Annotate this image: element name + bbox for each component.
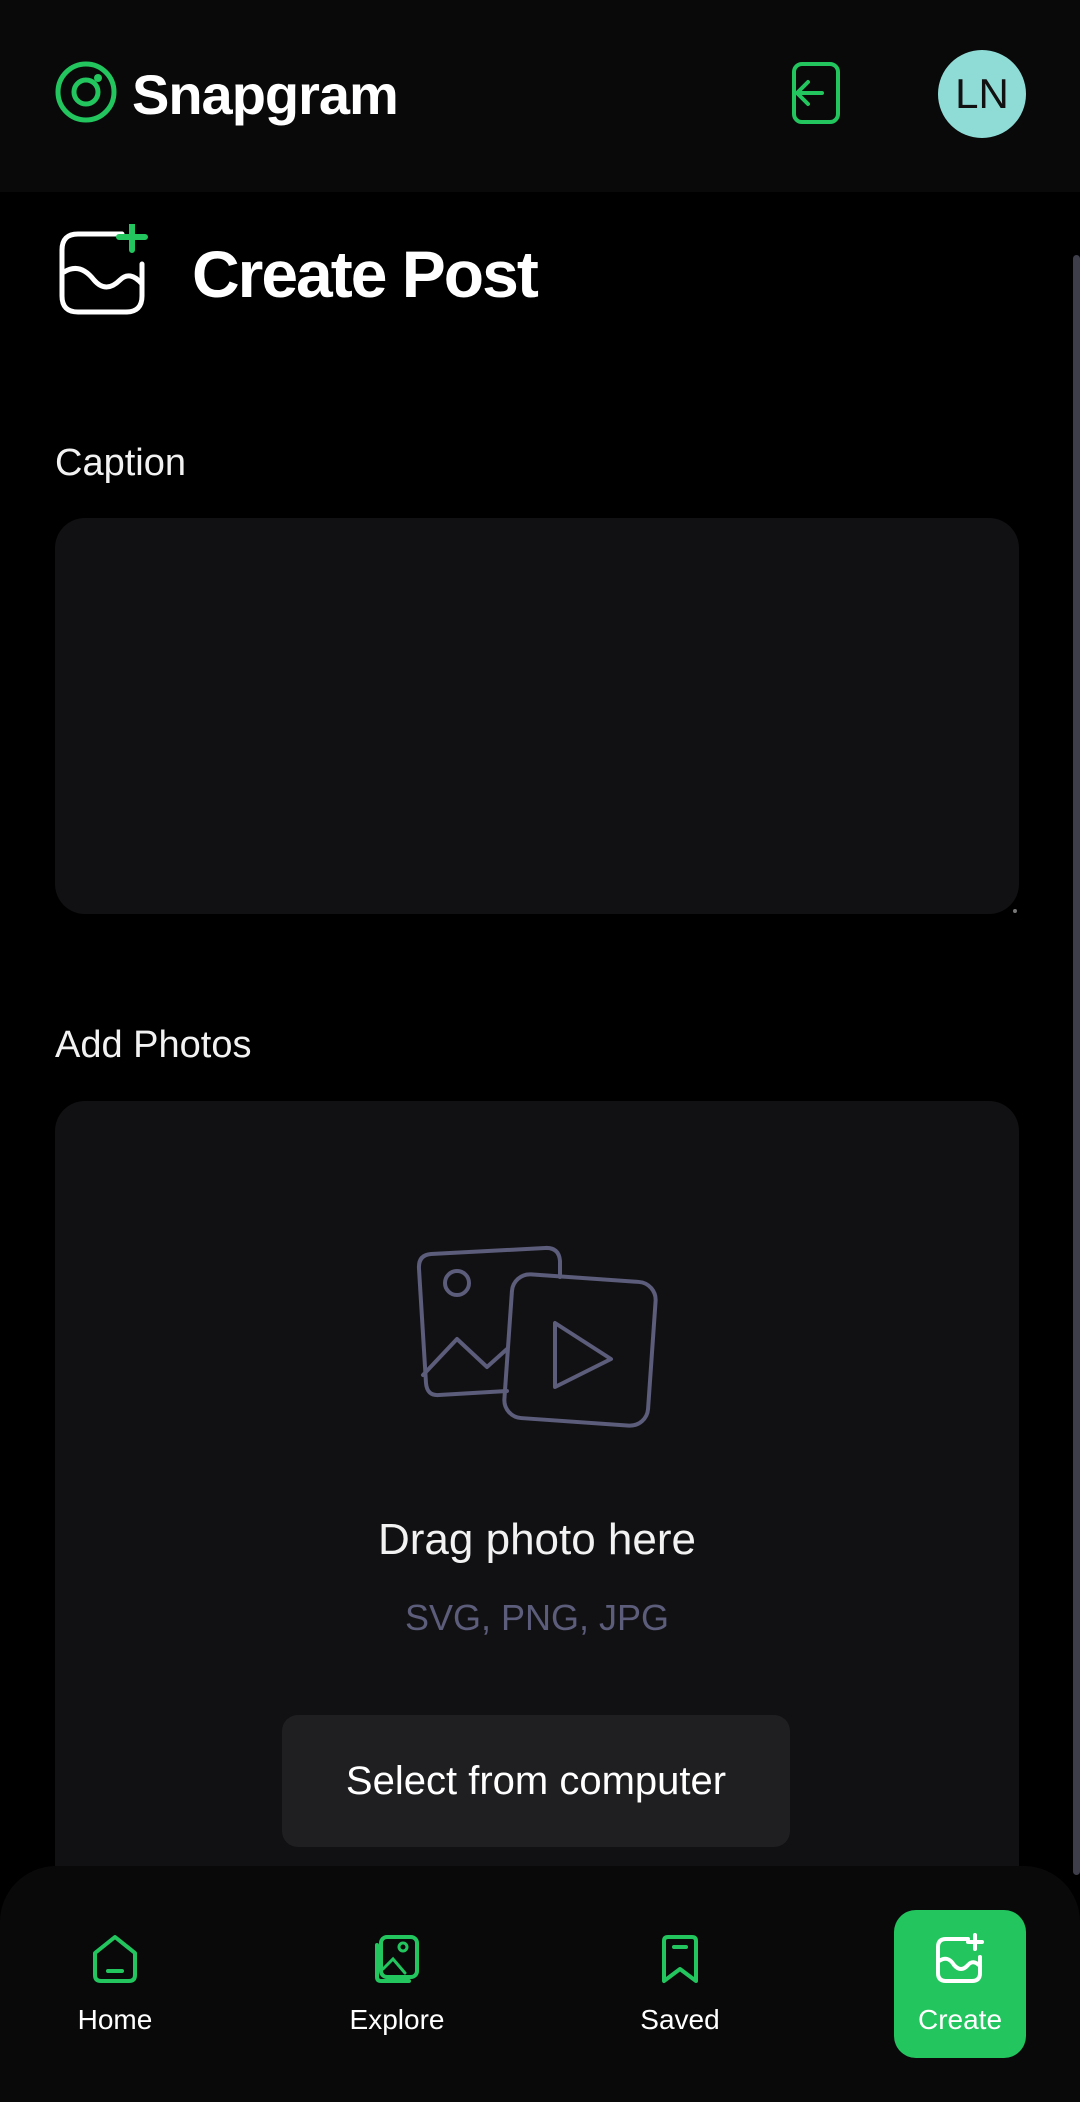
add-post-icon (58, 221, 152, 323)
scrollbar[interactable] (1073, 255, 1080, 1875)
file-upload-icon (415, 1241, 665, 1436)
bookmark-icon (654, 1933, 706, 1990)
nav-item-home[interactable]: Home (49, 1910, 181, 2058)
drag-photo-text: Drag photo here (378, 1515, 696, 1564)
photos-label: Add Photos (55, 1024, 252, 1066)
avatar[interactable]: LN (938, 50, 1026, 138)
nav-label-explore: Explore (349, 2003, 445, 2035)
nav-label-home: Home (77, 2003, 153, 2035)
explore-icon (371, 1933, 423, 1990)
create-post-icon (934, 1932, 986, 1990)
home-icon (89, 1933, 141, 1990)
logout-button[interactable] (786, 60, 844, 126)
snapgram-logo-icon (54, 60, 118, 129)
caption-label: Caption (55, 442, 186, 484)
nav-item-create[interactable]: Create (894, 1910, 1026, 2058)
app-name: Snapgram (132, 63, 399, 126)
caption-input[interactable] (55, 518, 1019, 914)
page-header: Create Post (58, 221, 539, 323)
nav-label-saved: Saved (640, 2003, 720, 2035)
page-title: Create Post (192, 236, 539, 311)
logout-icon (786, 62, 844, 130)
bottom-nav: Home Explore Saved Create (0, 1866, 1080, 2102)
nav-item-explore[interactable]: Explore (331, 1910, 463, 2058)
app-logo[interactable]: Snapgram (54, 60, 399, 129)
resize-handle[interactable] (1013, 909, 1017, 913)
select-from-computer-button[interactable]: Select from computer (282, 1715, 790, 1847)
top-bar: Snapgram LN (0, 0, 1080, 192)
nav-item-saved[interactable]: Saved (614, 1910, 746, 2058)
accepted-formats: SVG, PNG, JPG (404, 1597, 670, 1638)
avatar-initials: LN (955, 70, 1009, 117)
nav-label-create: Create (917, 2003, 1003, 2035)
